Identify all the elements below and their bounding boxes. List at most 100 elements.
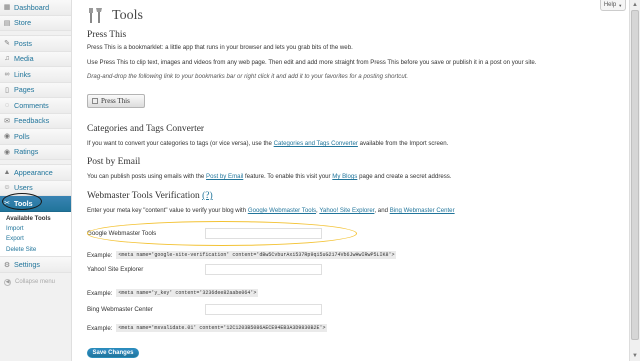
webmaster-intro-before: Enter your meta key "content" value to v… bbox=[87, 207, 247, 214]
chevron-down-icon: ▼ bbox=[618, 2, 623, 8]
scroll-down-icon[interactable]: ▼ bbox=[630, 351, 640, 361]
google-example-code: <meta name='google-site-verification' co… bbox=[116, 251, 397, 259]
pages-icon: ▯ bbox=[5, 86, 9, 94]
bing-verification-label: Bing Webmaster Center bbox=[87, 306, 153, 313]
menu-ratings-label: Ratings bbox=[14, 147, 39, 157]
bing-verification-input[interactable] bbox=[205, 304, 322, 315]
categories-tags-converter-link[interactable]: Categories and Tags Converter bbox=[274, 140, 358, 147]
collapse-arrow-icon: ◀ bbox=[4, 278, 11, 286]
post-by-email-text-after: page and create a secret address. bbox=[359, 173, 452, 180]
webmaster-help-link[interactable]: (?) bbox=[202, 191, 213, 201]
bing-example: Example: <meta name='msvalidate.01' cont… bbox=[87, 324, 328, 332]
menu-store[interactable]: ▤ Store bbox=[0, 15, 71, 31]
vertical-scrollbar[interactable]: ▲ ▼ bbox=[629, 0, 640, 361]
menu-feedbacks-label: Feedbacks bbox=[14, 116, 50, 126]
webmaster-intro: Enter your meta key "content" value to v… bbox=[87, 207, 455, 214]
press-this-instructions: Drag-and-drop the following link to your… bbox=[87, 73, 409, 80]
menu-ratings[interactable]: ◉ Ratings bbox=[0, 144, 71, 160]
google-verification-row: Google Webmaster Tools bbox=[87, 228, 322, 239]
google-verification-input[interactable] bbox=[205, 228, 322, 239]
menu-polls[interactable]: ◉ Polls bbox=[0, 129, 71, 145]
yahoo-example-code: <meta name='y_key' content='3236dee82aab… bbox=[116, 289, 259, 297]
menu-comments[interactable]: ◌ Comments bbox=[0, 98, 71, 114]
tools-icon: ✂ bbox=[4, 200, 10, 208]
post-by-email-heading: Post by Email bbox=[87, 157, 141, 167]
menu-tools[interactable]: ✂ Tools bbox=[0, 196, 71, 212]
menu-users[interactable]: ☺ Users bbox=[0, 180, 71, 196]
webmaster-heading-text: Webmaster Tools Verification bbox=[87, 191, 200, 201]
appearance-icon: ▲ bbox=[3, 168, 11, 176]
menu-dashboard[interactable]: ▦ Dashboard bbox=[0, 0, 71, 16]
post-by-email-text-before: You can publish posts using emails with … bbox=[87, 173, 205, 180]
submenu-delete-site[interactable]: Delete Site bbox=[0, 244, 71, 254]
post-by-email-text-mid: feature. To enable this visit your bbox=[245, 173, 331, 180]
menu-dashboard-label: Dashboard bbox=[14, 2, 50, 12]
press-this-bookmarklet[interactable]: Press This bbox=[87, 94, 145, 108]
menu-media-label: Media bbox=[14, 54, 34, 64]
dashboard-icon: ▦ bbox=[3, 4, 11, 12]
menu-settings[interactable]: ⚙ Settings bbox=[0, 257, 71, 273]
ratings-icon: ◉ bbox=[3, 148, 11, 156]
menu-posts[interactable]: ✎ Posts bbox=[0, 36, 71, 52]
menu-media[interactable]: ♫ Media bbox=[0, 51, 71, 67]
converter-heading: Categories and Tags Converter bbox=[87, 124, 205, 134]
menu-tools-label: Tools bbox=[14, 198, 33, 208]
menu-appearance-label: Appearance bbox=[14, 167, 53, 177]
save-changes-button[interactable]: Save Changes bbox=[87, 348, 139, 358]
press-this-description: Press This is a bookmarklet: a little ap… bbox=[87, 44, 353, 51]
menu-appearance[interactable]: ▲ Appearance bbox=[0, 165, 71, 181]
page-title: Tools bbox=[112, 8, 143, 23]
feedback-icon: ✉ bbox=[4, 117, 10, 125]
settings-icon: ⚙ bbox=[3, 261, 11, 269]
google-webmaster-tools-link[interactable]: Google Webmaster Tools bbox=[248, 207, 316, 214]
tools-page-icon bbox=[89, 8, 102, 23]
scrollbar-thumb[interactable] bbox=[631, 10, 639, 340]
submenu-import[interactable]: Import bbox=[0, 224, 71, 234]
bing-webmaster-center-link[interactable]: Bing Webmaster Center bbox=[390, 207, 455, 214]
submenu-available-tools[interactable]: Available Tools bbox=[0, 214, 71, 224]
media-icon: ♫ bbox=[4, 55, 10, 63]
press-this-button-label: Press This bbox=[101, 97, 130, 105]
menu-polls-label: Polls bbox=[14, 131, 30, 141]
google-verification-label: Google Webmaster Tools bbox=[87, 230, 157, 237]
store-icon: ▤ bbox=[3, 19, 11, 27]
yahoo-site-explorer-link[interactable]: Yahoo! Site Explorer bbox=[319, 207, 374, 214]
menu-feedbacks[interactable]: ✉ Feedbacks bbox=[0, 113, 71, 129]
converter-text-before: If you want to convert your categories t… bbox=[87, 140, 272, 147]
bing-example-label: Example: bbox=[87, 324, 113, 332]
bing-example-code: <meta name='msvalidate.01' content='12C1… bbox=[116, 324, 328, 332]
menu-store-label: Store bbox=[14, 18, 32, 28]
menu-links[interactable]: ∞ Links bbox=[0, 67, 71, 83]
google-example-label: Example: bbox=[87, 251, 113, 259]
menu-settings-label: Settings bbox=[14, 260, 40, 269]
main-content: Tools Press This Press This is a bookmar… bbox=[87, 0, 617, 358]
pin-icon: ✎ bbox=[4, 40, 10, 48]
menu-comments-label: Comments bbox=[14, 100, 49, 110]
collapse-menu[interactable]: ◀ Collapse menu bbox=[0, 273, 71, 286]
my-blogs-link[interactable]: My Blogs bbox=[332, 173, 357, 180]
webmaster-intro-and: , and bbox=[374, 207, 388, 214]
webmaster-heading: Webmaster Tools Verification (?) bbox=[87, 191, 213, 201]
menu-pages-label: Pages bbox=[14, 85, 35, 95]
link-icon: ∞ bbox=[4, 70, 10, 78]
press-this-icon bbox=[92, 98, 98, 104]
menu-links-label: Links bbox=[14, 69, 31, 79]
yahoo-example: Example: <meta name='y_key' content='323… bbox=[87, 289, 259, 297]
submenu-export[interactable]: Export bbox=[0, 234, 71, 244]
post-by-email-link[interactable]: Post by Email bbox=[206, 173, 243, 180]
google-example: Example: <meta name='google-site-verific… bbox=[87, 251, 397, 259]
post-by-email-text: You can publish posts using emails with … bbox=[87, 173, 607, 181]
menu-posts-label: Posts bbox=[14, 38, 32, 48]
admin-sidebar: ▦ Dashboard ▤ Store ✎ Posts ♫ Media ∞ Li… bbox=[0, 0, 72, 361]
scroll-up-icon[interactable]: ▲ bbox=[630, 0, 640, 10]
press-this-usage: Use Press This to clip text, images and … bbox=[87, 59, 537, 66]
bing-verification-row: Bing Webmaster Center bbox=[87, 304, 322, 315]
comments-icon: ◌ bbox=[4, 101, 10, 109]
yahoo-verification-input[interactable] bbox=[205, 264, 322, 275]
converter-text: If you want to convert your categories t… bbox=[87, 140, 607, 148]
polls-icon: ◉ bbox=[3, 133, 11, 141]
menu-pages[interactable]: ▯ Pages bbox=[0, 82, 71, 98]
tools-submenu: Available Tools Import Export Delete Sit… bbox=[0, 211, 71, 258]
menu-users-label: Users bbox=[14, 183, 33, 193]
press-this-heading: Press This bbox=[87, 30, 127, 40]
